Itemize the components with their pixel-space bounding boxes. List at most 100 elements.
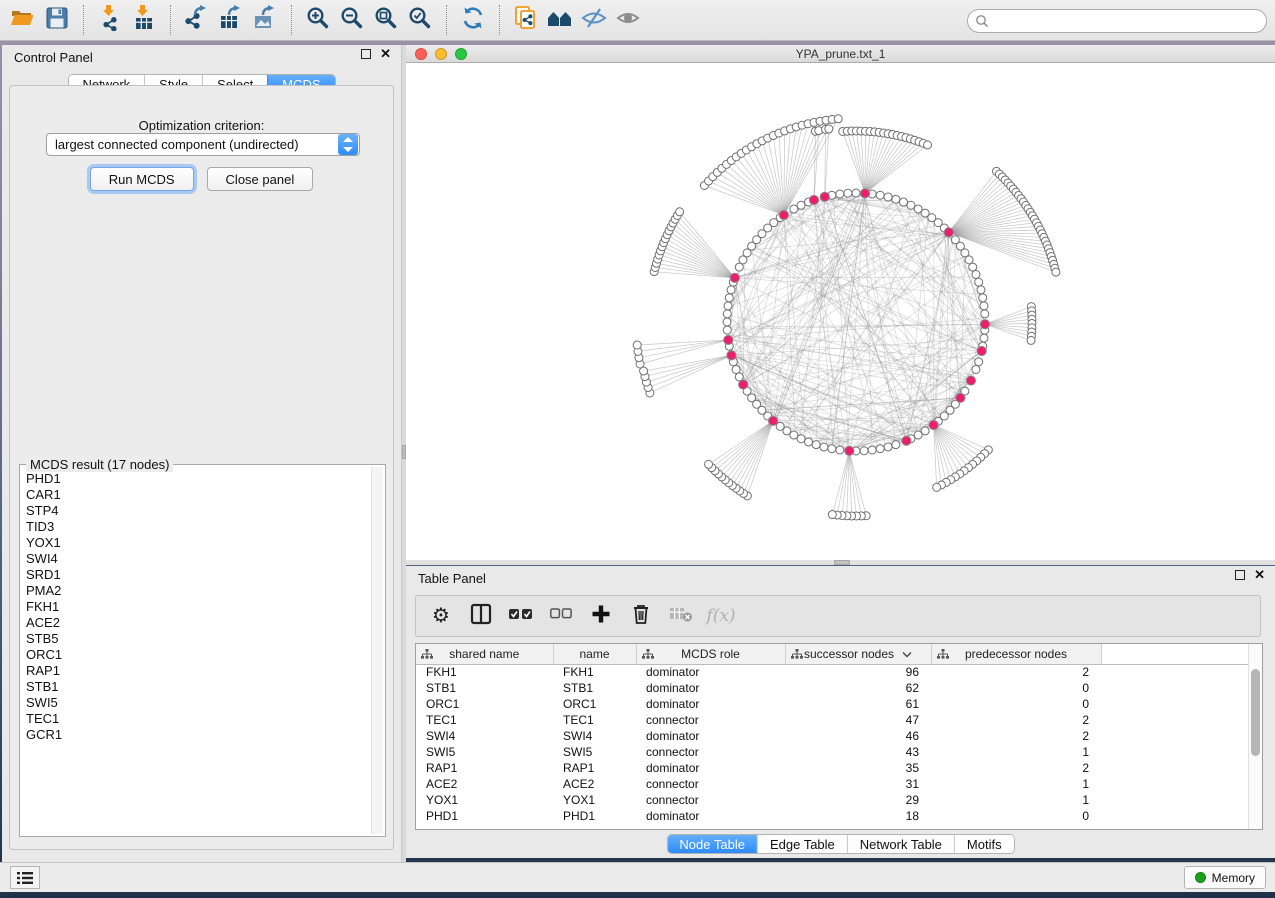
network-graph[interactable] bbox=[406, 63, 1275, 560]
show-columns-button[interactable] bbox=[468, 603, 494, 629]
float-panel-icon[interactable] bbox=[361, 49, 371, 59]
memory-button[interactable]: Memory bbox=[1184, 866, 1266, 889]
export-table-button[interactable] bbox=[214, 3, 248, 37]
export-image-button[interactable] bbox=[248, 3, 282, 37]
export-network-button[interactable] bbox=[180, 3, 214, 37]
criterion-select[interactable]: largest connected component (undirected) bbox=[46, 133, 360, 156]
hierarchy-icon bbox=[642, 649, 654, 663]
result-node-item[interactable]: FKH1 bbox=[22, 599, 369, 615]
delete-column-button[interactable] bbox=[628, 603, 654, 629]
result-node-item[interactable]: SRD1 bbox=[22, 567, 369, 583]
result-node-item[interactable]: STP4 bbox=[22, 503, 369, 519]
tab-network-table[interactable]: Network Table bbox=[847, 835, 954, 853]
select-all-button[interactable] bbox=[508, 603, 534, 629]
table-row[interactable]: TEC1TEC1connector472 bbox=[416, 712, 1248, 728]
close-panel-icon[interactable]: ✕ bbox=[380, 49, 391, 59]
network-leaf-nodes[interactable] bbox=[633, 115, 1060, 520]
mcds-result-scrollbar[interactable] bbox=[371, 467, 383, 834]
cell-name: YOX1 bbox=[553, 792, 636, 808]
search-input[interactable] bbox=[967, 9, 1267, 33]
horizontal-splitter[interactable] bbox=[406, 560, 1275, 565]
zoom-fit-icon bbox=[373, 5, 399, 36]
network-canvas[interactable] bbox=[406, 63, 1275, 560]
mcds-result-title: MCDS result (17 nodes) bbox=[26, 457, 173, 472]
tab-node-table[interactable]: Node Table bbox=[667, 835, 757, 853]
window-close-button[interactable] bbox=[415, 48, 427, 60]
cell-successor-nodes: 31 bbox=[785, 776, 931, 792]
table-row[interactable]: SWI4SWI4dominator462 bbox=[416, 728, 1248, 744]
show-graphics-details-button[interactable] bbox=[611, 3, 645, 37]
run-mcds-button[interactable]: Run MCDS bbox=[90, 167, 194, 191]
delete-column-icon bbox=[631, 603, 651, 630]
table-row[interactable]: FKH1FKH1dominator962 bbox=[416, 664, 1248, 680]
network-from-selection-button[interactable] bbox=[509, 3, 543, 37]
zoom-in-button[interactable] bbox=[301, 3, 335, 37]
cell-predecessor-nodes: 0 bbox=[931, 680, 1101, 696]
column-header-MCDS-role[interactable]: MCDS role bbox=[636, 644, 785, 664]
cell-name: SWI5 bbox=[553, 744, 636, 760]
table-row[interactable]: PHD1PHD1dominator180 bbox=[416, 808, 1248, 824]
result-node-item[interactable]: RAP1 bbox=[22, 663, 369, 679]
result-node-item[interactable]: PMA2 bbox=[22, 583, 369, 599]
result-node-item[interactable]: STB5 bbox=[22, 631, 369, 647]
overview-button[interactable] bbox=[543, 3, 577, 37]
cell-predecessor-nodes: 0 bbox=[931, 808, 1101, 824]
import-network-button[interactable] bbox=[93, 3, 127, 37]
table-tabs: Node TableEdge TableNetwork TableMotifs bbox=[666, 834, 1014, 854]
open-session-icon bbox=[10, 5, 36, 36]
result-node-item[interactable]: SWI5 bbox=[22, 695, 369, 711]
table-row[interactable]: SWI5SWI5connector431 bbox=[416, 744, 1248, 760]
network-from-selection-icon bbox=[513, 5, 539, 36]
splitter-handle[interactable] bbox=[834, 560, 850, 565]
column-header-successor-nodes[interactable]: successor nodes bbox=[785, 644, 931, 664]
result-node-item[interactable]: ORC1 bbox=[22, 647, 369, 663]
result-node-item[interactable]: GCR1 bbox=[22, 727, 369, 743]
table-row[interactable]: YOX1YOX1connector291 bbox=[416, 792, 1248, 808]
table-row[interactable]: STB1STB1dominator620 bbox=[416, 680, 1248, 696]
table-scrollbar[interactable] bbox=[1248, 644, 1262, 829]
cell-shared-name: SWI5 bbox=[416, 744, 553, 760]
deselect-all-button[interactable] bbox=[548, 603, 574, 629]
settings-gear-button[interactable]: ⚙ bbox=[428, 603, 454, 629]
import-table-icon bbox=[131, 5, 157, 36]
window-minimize-button[interactable] bbox=[435, 48, 447, 60]
zoom-fit-button[interactable] bbox=[369, 3, 403, 37]
column-header-shared-name[interactable]: shared name bbox=[416, 644, 553, 664]
result-node-item[interactable]: YOX1 bbox=[22, 535, 369, 551]
cell-MCDS-role: dominator bbox=[636, 728, 785, 744]
zoom-selected-button[interactable] bbox=[403, 3, 437, 37]
column-header-name[interactable]: name bbox=[553, 644, 636, 664]
refresh-button[interactable] bbox=[456, 3, 490, 37]
result-node-item[interactable]: STB1 bbox=[22, 679, 369, 695]
zoom-out-button[interactable] bbox=[335, 3, 369, 37]
result-node-item[interactable]: SWI4 bbox=[22, 551, 369, 567]
close-panel-icon[interactable]: ✕ bbox=[1254, 570, 1265, 580]
close-panel-button[interactable]: Close panel bbox=[207, 167, 314, 191]
result-node-item[interactable]: ACE2 bbox=[22, 615, 369, 631]
import-table-button[interactable] bbox=[127, 3, 161, 37]
table-row[interactable]: ORC1ORC1dominator610 bbox=[416, 696, 1248, 712]
float-panel-icon[interactable] bbox=[1235, 570, 1245, 580]
toolbar-separator bbox=[83, 5, 84, 35]
scrollbar-thumb[interactable] bbox=[1251, 669, 1260, 756]
cell-successor-nodes: 18 bbox=[785, 808, 931, 824]
result-node-item[interactable]: TID3 bbox=[22, 519, 369, 535]
open-session-button[interactable] bbox=[6, 3, 40, 37]
settings-gear-icon: ⚙ bbox=[432, 605, 450, 627]
result-node-item[interactable]: PHD1 bbox=[22, 471, 369, 487]
cell-name: PHD1 bbox=[553, 808, 636, 824]
cell-name: ORC1 bbox=[553, 696, 636, 712]
column-header-predecessor-nodes[interactable]: predecessor nodes bbox=[931, 644, 1101, 664]
hide-graphics-details-button[interactable] bbox=[577, 3, 611, 37]
save-session-button[interactable] bbox=[40, 3, 74, 37]
cell-successor-nodes: 29 bbox=[785, 792, 931, 808]
table-row[interactable]: RAP1RAP1dominator352 bbox=[416, 760, 1248, 776]
result-node-item[interactable]: TEC1 bbox=[22, 711, 369, 727]
table-row[interactable]: ACE2ACE2connector311 bbox=[416, 776, 1248, 792]
tab-edge-table[interactable]: Edge Table bbox=[757, 835, 847, 853]
tab-motifs[interactable]: Motifs bbox=[954, 835, 1014, 853]
show-panels-button[interactable] bbox=[10, 866, 40, 889]
add-column-button[interactable] bbox=[588, 603, 614, 629]
result-node-item[interactable]: CAR1 bbox=[22, 487, 369, 503]
window-zoom-button[interactable] bbox=[455, 48, 467, 60]
